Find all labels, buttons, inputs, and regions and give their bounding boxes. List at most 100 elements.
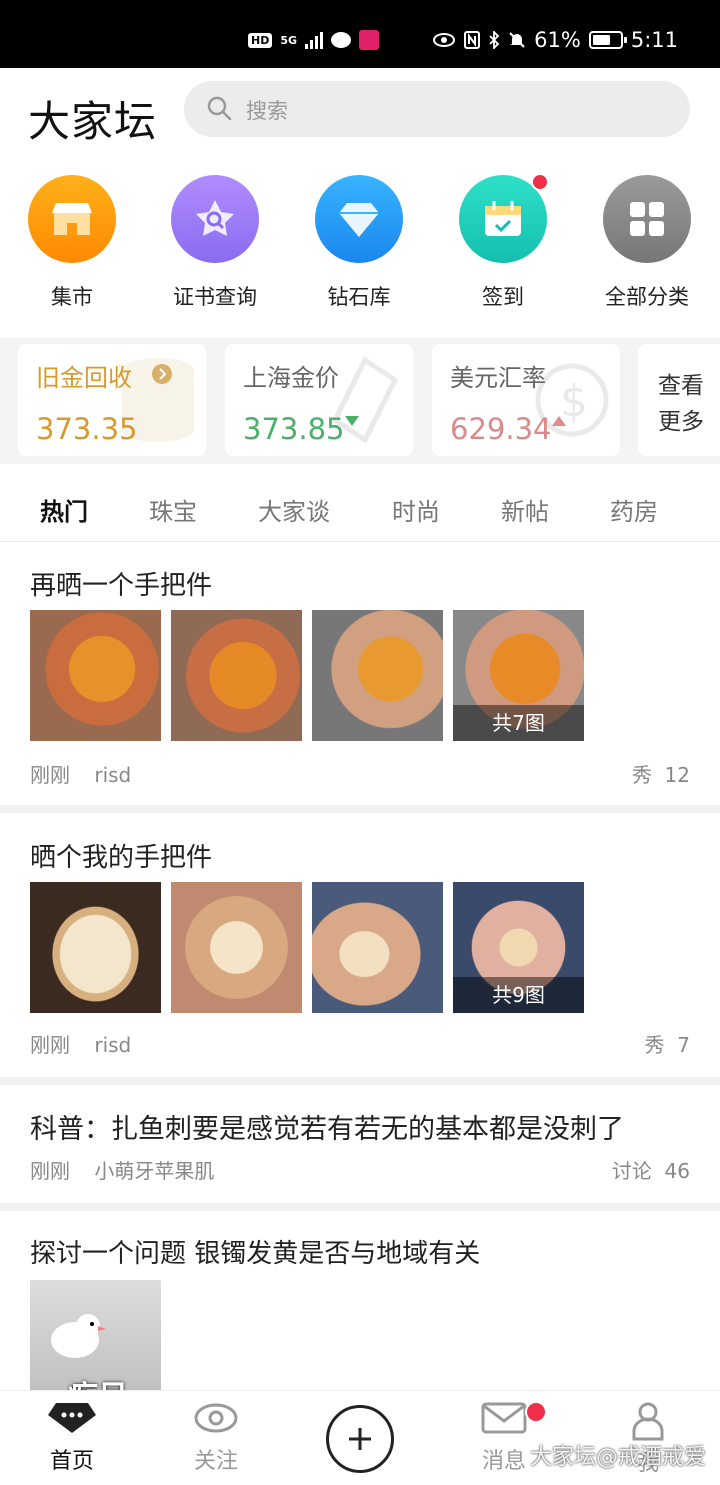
tab-jewelry[interactable]: 珠宝	[149, 492, 197, 527]
mail-icon	[481, 1402, 527, 1434]
view-more-line1: 查看	[658, 373, 704, 399]
price-card-gold-recycle[interactable]: 旧金回收 373.35	[18, 344, 206, 456]
post-image[interactable]	[312, 610, 443, 741]
post-image[interactable]	[30, 610, 161, 741]
post-images: 共7图	[30, 610, 584, 741]
tab-new-posts[interactable]: 新帖	[501, 492, 549, 527]
eye-icon	[194, 1403, 238, 1433]
divider	[0, 805, 720, 813]
post-images: 共9图	[30, 882, 584, 1013]
price-title: 旧金回收	[36, 364, 132, 392]
quick-link-all-categories[interactable]: 全部分类	[582, 175, 712, 311]
feed-post[interactable]: 探讨一个问题 银镯发黄是否与地域有关 痴呆	[0, 1211, 720, 1390]
battery-percent: 61%	[534, 28, 581, 52]
post-image[interactable]	[30, 882, 161, 1013]
post-meta: 刚刚 小萌牙苹果肌 讨论 46	[30, 1155, 690, 1184]
diamond-icon	[315, 175, 403, 263]
feed-post[interactable]: 晒个我的手把件 共9图 刚刚 risd 秀 7	[0, 813, 720, 1077]
view-more-line2: 更多	[658, 409, 704, 435]
price-title: 美元汇率	[450, 364, 546, 392]
post-count: 46	[664, 1159, 690, 1183]
nfc-icon	[464, 31, 481, 49]
messages-badge	[525, 1401, 547, 1423]
watermark: 大家坛@戒酒戒爱	[529, 1445, 706, 1470]
checkin-badge	[531, 173, 549, 191]
post-image[interactable]: 共7图	[453, 610, 584, 741]
quick-link-label: 签到	[482, 285, 524, 309]
home-diamond-icon	[48, 1403, 96, 1433]
quick-link-certificate[interactable]: 证书查询	[150, 175, 280, 311]
post-title: 再晒一个手把件	[30, 571, 213, 601]
post-time: 刚刚	[30, 1159, 70, 1183]
image-count-badge: 共7图	[453, 705, 584, 741]
post-image[interactable]: 痴呆	[30, 1280, 161, 1390]
quick-link-label: 证书查询	[173, 285, 257, 309]
post-author: 小萌牙苹果肌	[94, 1159, 215, 1183]
tab-hot[interactable]: 热门	[40, 492, 88, 527]
quick-link-diamond[interactable]: 钻石库	[294, 175, 424, 311]
plus-icon	[349, 1428, 371, 1450]
post-image[interactable]	[312, 882, 443, 1013]
category-tabs: 热门 珠宝 大家谈 时尚 新帖 药房	[0, 472, 720, 542]
post-title: 探讨一个问题 银镯发黄是否与地域有关	[30, 1239, 481, 1269]
bluetooth-icon	[489, 31, 500, 49]
chat-notification-icon	[331, 32, 352, 48]
post-title: 晒个我的手把件	[30, 843, 213, 873]
certificate-search-icon	[171, 175, 259, 263]
price-value: 373.85	[243, 412, 345, 446]
quick-link-label: 钻石库	[327, 285, 391, 309]
eye-comfort-icon	[433, 33, 456, 47]
nav-home[interactable]: 首页	[17, 1401, 127, 1475]
app-notification-icon	[359, 30, 380, 50]
price-card-usd-rate[interactable]: $ 美元汇率 629.34	[432, 344, 620, 456]
divider	[0, 1077, 720, 1085]
image-count-badge: 共9图	[453, 977, 584, 1013]
chevron-right-icon	[152, 364, 172, 384]
post-image-caption: 痴呆	[68, 1372, 128, 1390]
tab-everyone-talk[interactable]: 大家谈	[258, 492, 330, 527]
post-image[interactable]	[171, 882, 302, 1013]
bird-image	[51, 1314, 106, 1358]
grid-categories-icon	[603, 175, 691, 263]
create-post-button[interactable]	[326, 1405, 394, 1473]
app-logo: 大家坛	[28, 97, 158, 146]
post-author: risd	[94, 1033, 132, 1057]
tab-pharmacy[interactable]: 药房	[610, 492, 658, 527]
price-value: 629.34	[450, 412, 552, 446]
feed-post[interactable]: 科普：扎鱼刺要是感觉若有若无的基本都是没刺了 刚刚 小萌牙苹果肌 讨论 46	[0, 1085, 720, 1203]
feed-post[interactable]: 再晒一个手把件 共7图 刚刚 risd 秀 12	[0, 543, 720, 805]
quick-link-market[interactable]: 集市	[7, 175, 137, 311]
quick-links: 集市 证书查询 钻石库 签到 全部分类	[0, 173, 720, 325]
price-value: 373.35	[36, 412, 138, 446]
post-category: 秀	[644, 1033, 665, 1057]
tab-fashion[interactable]: 时尚	[392, 492, 440, 527]
price-card-shanghai-gold[interactable]: 上海金价 373.85	[225, 344, 413, 456]
app-header: 大家坛 搜索	[0, 68, 720, 154]
post-time: 刚刚	[30, 1033, 70, 1057]
clock: 5:11	[630, 28, 678, 52]
status-bar: HD 5G 61% 5:11	[0, 0, 720, 68]
battery-icon	[588, 31, 627, 49]
quick-link-checkin[interactable]: 签到	[438, 173, 568, 311]
bottom-navigation: 首页 关注 消息 我 大家坛@戒酒戒爱	[0, 1390, 720, 1485]
market-icon	[28, 175, 116, 263]
nav-follow[interactable]: 关注	[161, 1401, 271, 1475]
post-meta: 刚刚 risd 秀 12	[30, 759, 690, 788]
post-image[interactable]: 共9图	[453, 882, 584, 1013]
quick-link-label: 全部分类	[605, 285, 689, 309]
trend-down-icon	[345, 416, 359, 426]
post-title: 科普：扎鱼刺要是感觉若有若无的基本都是没刺了	[30, 1114, 624, 1145]
quick-link-label: 集市	[51, 285, 93, 309]
post-meta: 刚刚 risd 秀 7	[30, 1029, 690, 1058]
price-cards: 旧金回收 373.35 上海金价 373.85 $ 美元汇率 629.34 查看…	[0, 338, 720, 464]
signal-icon	[305, 31, 324, 49]
person-icon	[632, 1402, 664, 1441]
post-author: risd	[94, 763, 132, 787]
search-bar[interactable]: 搜索	[184, 81, 690, 137]
post-image[interactable]	[171, 610, 302, 741]
search-icon	[207, 96, 232, 121]
nav-label: 关注	[193, 1449, 238, 1474]
post-category: 秀	[631, 763, 652, 787]
view-more-card[interactable]: 查看 更多	[638, 344, 720, 456]
trend-up-icon	[552, 416, 566, 426]
